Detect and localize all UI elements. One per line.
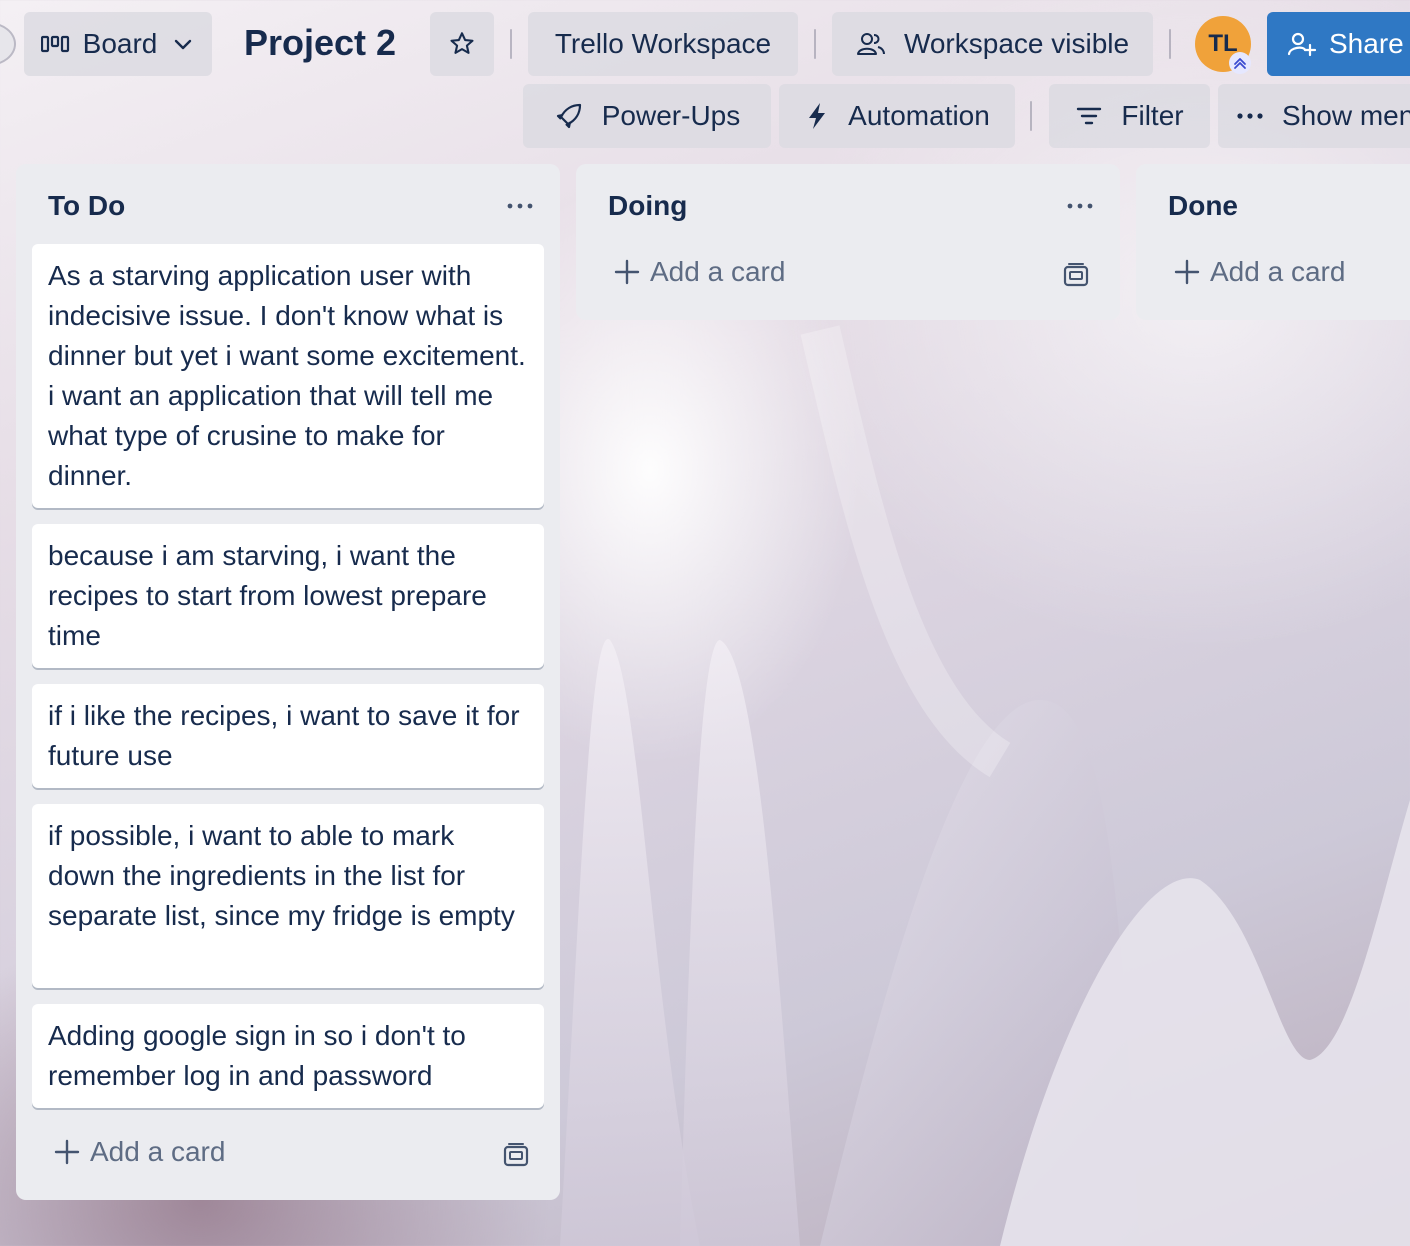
header-divider xyxy=(1030,101,1032,131)
template-icon xyxy=(1063,263,1089,287)
add-card-button[interactable]: Add a card xyxy=(54,1136,225,1168)
workspace-button[interactable]: Trello Workspace xyxy=(528,12,798,76)
header-divider xyxy=(510,29,512,59)
automation-button[interactable]: Automation xyxy=(779,84,1015,148)
admin-badge-icon xyxy=(1229,52,1251,74)
people-icon xyxy=(856,33,885,55)
card[interactable]: because i am starving, i want the recipe… xyxy=(32,524,544,668)
lightning-icon xyxy=(809,103,826,129)
card[interactable]: Adding google sign in so i don't to reme… xyxy=(32,1004,544,1108)
power-ups-button[interactable]: Power-Ups xyxy=(523,84,771,148)
list-to-do: To Do As a starving application user wit… xyxy=(16,164,560,1200)
filter-button[interactable]: Filter xyxy=(1049,84,1210,148)
add-card-button[interactable]: Add a card xyxy=(1174,256,1345,288)
star-icon xyxy=(450,32,474,54)
plus-icon xyxy=(54,1139,80,1165)
board-view-icon xyxy=(40,35,69,53)
power-ups-label: Power-Ups xyxy=(601,100,741,131)
template-icon xyxy=(503,1143,529,1167)
filter-icon xyxy=(1077,107,1102,125)
more-icon xyxy=(1067,203,1093,209)
card-title: Adding google sign in so i don't to reme… xyxy=(48,1020,466,1091)
more-icon xyxy=(507,203,533,209)
add-card-label: Add a card xyxy=(1210,256,1346,287)
visibility-label: Workspace visible xyxy=(903,28,1130,59)
more-icon xyxy=(1237,113,1263,119)
card-title: if i like the recipes, i want to save it… xyxy=(48,700,520,771)
card-template-button[interactable] xyxy=(1062,262,1090,295)
plus-icon xyxy=(614,259,640,285)
card[interactable]: if i like the recipes, i want to save it… xyxy=(32,684,544,788)
view-label: Board xyxy=(82,28,158,59)
sidebar-toggle[interactable] xyxy=(0,22,16,66)
add-person-icon xyxy=(1287,32,1317,57)
list-title[interactable]: Done xyxy=(1168,190,1238,222)
board-title[interactable]: Project 2 xyxy=(244,22,396,64)
chevron-down-icon xyxy=(175,39,192,50)
rocket-icon xyxy=(556,103,581,129)
show-menu-button[interactable]: Show men xyxy=(1218,84,1410,148)
list-menu-button[interactable] xyxy=(500,194,540,218)
plus-icon xyxy=(1174,259,1200,285)
show-menu-label: Show men xyxy=(1282,100,1410,131)
add-card-button[interactable]: Add a card xyxy=(614,256,785,288)
header-divider xyxy=(814,29,816,59)
add-card-label: Add a card xyxy=(90,1136,226,1167)
header-divider xyxy=(1169,29,1171,59)
automation-label: Automation xyxy=(848,100,990,131)
card[interactable]: if possible, i want to able to mark down… xyxy=(32,804,544,988)
card-template-button[interactable] xyxy=(502,1142,530,1175)
card-title: if possible, i want to able to mark down… xyxy=(48,820,515,931)
card[interactable]: As a starving application user with inde… xyxy=(32,244,544,508)
visibility-button[interactable]: Workspace visible xyxy=(832,12,1153,76)
list-doing: Doing Add a card xyxy=(576,164,1120,320)
add-card-label: Add a card xyxy=(650,256,786,287)
card-title: As a starving application user with inde… xyxy=(48,260,526,491)
star-board-button[interactable] xyxy=(430,12,494,76)
workspace-label: Trello Workspace xyxy=(554,28,772,59)
list-title[interactable]: Doing xyxy=(608,190,687,222)
filter-label: Filter xyxy=(1121,100,1184,131)
list-menu-button[interactable] xyxy=(1060,194,1100,218)
share-button[interactable]: Share xyxy=(1267,12,1410,76)
list-title[interactable]: To Do xyxy=(48,190,125,222)
view-switcher-button[interactable]: Board xyxy=(24,12,212,76)
card-title: because i am starving, i want the recipe… xyxy=(48,540,487,651)
list-done: Done Add a card xyxy=(1136,164,1410,320)
share-label: Share xyxy=(1329,28,1404,59)
